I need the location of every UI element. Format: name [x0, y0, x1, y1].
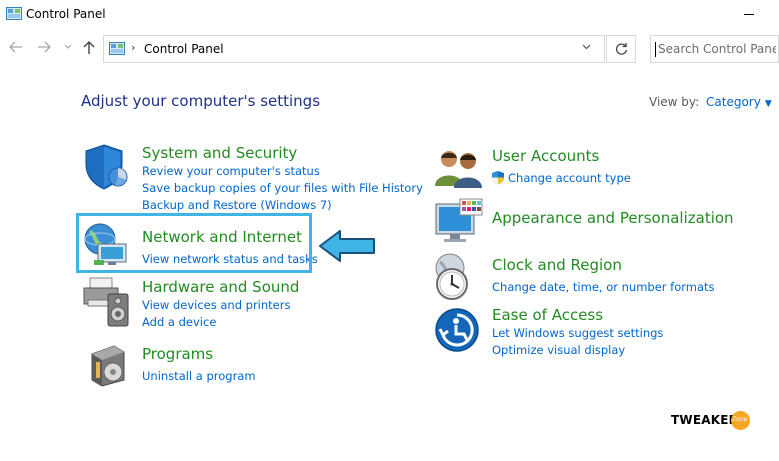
category-title-hardware[interactable]: Hardware and Sound: [142, 278, 299, 296]
uac-shield-icon: [492, 171, 504, 185]
text-caret: [655, 42, 656, 57]
back-button[interactable]: [9, 41, 23, 57]
search-input[interactable]: [658, 40, 776, 58]
category-title-appearance[interactable]: Appearance and Personalization: [492, 209, 734, 227]
view-by: View by: Category ▼: [649, 95, 772, 109]
category-title-ease-of-access[interactable]: Ease of Access: [492, 306, 603, 324]
minimize-button[interactable]: [742, 0, 758, 30]
programs-icon: [91, 345, 125, 387]
chevron-right-icon: ›: [131, 41, 136, 54]
address-dropdown-button[interactable]: [582, 41, 591, 56]
watermark-badge-text: Zone: [732, 416, 748, 423]
link-uninstall-program[interactable]: Uninstall a program: [142, 369, 256, 383]
category-title-user-accounts[interactable]: User Accounts: [492, 147, 599, 165]
view-by-dropdown[interactable]: Category ▼: [706, 95, 772, 109]
arrow-right-icon: [38, 41, 51, 53]
minimize-icon: [744, 14, 754, 15]
link-file-history[interactable]: Save backup copies of your files with Fi…: [142, 181, 423, 195]
view-by-label: View by:: [649, 95, 700, 109]
arrow-left-icon: [9, 41, 22, 53]
link-date-time-formats[interactable]: Change date, time, or number formats: [492, 280, 715, 294]
link-change-account-type[interactable]: Change account type: [508, 171, 631, 185]
highlight-box: [76, 213, 312, 273]
control-panel-icon: [6, 7, 22, 20]
breadcrumb[interactable]: Control Panel: [144, 42, 224, 56]
users-icon: [435, 151, 482, 188]
category-title-clock-region[interactable]: Clock and Region: [492, 256, 622, 274]
window-title: Control Panel: [26, 7, 106, 21]
link-optimize-display[interactable]: Optimize visual display: [492, 343, 625, 357]
ease-of-access-icon: [435, 308, 479, 352]
page-heading: Adjust your computer's settings: [81, 92, 321, 110]
arrow-up-icon: [83, 41, 95, 54]
view-by-value: Category: [706, 95, 761, 109]
link-add-device[interactable]: Add a device: [142, 315, 216, 329]
refresh-button[interactable]: [606, 35, 636, 63]
appearance-monitor-icon: [435, 198, 483, 242]
forward-button[interactable]: [37, 41, 51, 57]
up-button[interactable]: [83, 41, 95, 59]
watermark-badge: Zone: [731, 411, 750, 430]
printer-speaker-icon: [83, 277, 129, 327]
watermark-text: TWEAKER: [671, 413, 739, 427]
link-devices-printers[interactable]: View devices and printers: [142, 298, 290, 312]
title-bar: Control Panel: [0, 0, 779, 30]
pointer-arrow-icon: [319, 230, 375, 262]
clock-globe-icon: [435, 253, 468, 300]
chevron-down-icon: [582, 44, 591, 50]
address-bar[interactable]: › Control Panel: [103, 35, 605, 63]
chevron-down-icon: [64, 44, 72, 49]
category-title-programs[interactable]: Programs: [142, 345, 213, 363]
recent-locations-button[interactable]: [64, 41, 72, 57]
control-panel-icon: [109, 42, 125, 55]
search-box[interactable]: [650, 35, 779, 63]
link-review-status[interactable]: Review your computer's status: [142, 164, 320, 178]
category-title-system-security[interactable]: System and Security: [142, 144, 297, 162]
link-suggest-settings[interactable]: Let Windows suggest settings: [492, 326, 663, 340]
shield-icon: [85, 144, 128, 190]
link-backup-restore[interactable]: Backup and Restore (Windows 7): [142, 198, 332, 212]
caret-down-icon: ▼: [764, 99, 772, 109]
refresh-icon: [615, 43, 628, 55]
